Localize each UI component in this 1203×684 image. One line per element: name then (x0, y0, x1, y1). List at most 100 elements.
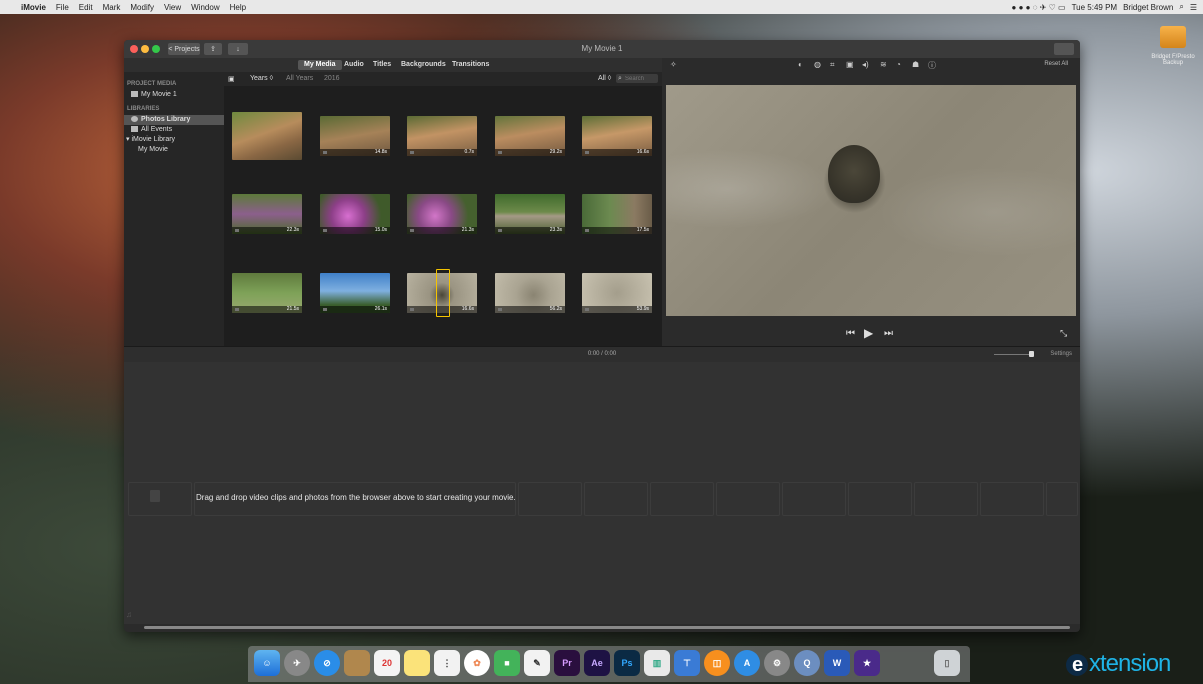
speed-icon[interactable]: ◔ (896, 60, 901, 69)
media-clip[interactable]: 14.8s (320, 116, 390, 156)
keynote-icon[interactable]: ⊤ (674, 650, 700, 676)
after-effects-icon[interactable]: Ae (584, 650, 610, 676)
menu-edit[interactable]: Edit (79, 3, 93, 12)
color-correction-icon[interactable]: ◍ (814, 60, 821, 69)
disclosure-triangle-icon[interactable]: ▾ (126, 136, 130, 143)
video-viewer[interactable] (666, 85, 1076, 316)
contacts-icon[interactable] (344, 650, 370, 676)
reminders-icon[interactable]: ⋮ (434, 650, 460, 676)
noise-reduction-icon[interactable]: ≋ (880, 60, 887, 69)
photoshop-icon[interactable]: Ps (614, 650, 640, 676)
clip-duration: 23.3s (495, 227, 565, 234)
color-balance-icon[interactable]: ◐ (798, 60, 803, 69)
menu-help[interactable]: Help (230, 3, 246, 12)
sidebar-item-my-movie[interactable]: My Movie (124, 145, 224, 155)
tab-backgrounds[interactable]: Backgrounds (395, 60, 452, 70)
tab-transitions[interactable]: Transitions (446, 60, 495, 70)
menu-file[interactable]: File (56, 3, 69, 12)
menu-clock[interactable]: Tue 5:49 PM (1072, 3, 1118, 12)
search-input[interactable] (616, 74, 658, 83)
enhance-wand-icon[interactable]: ✧ (670, 60, 677, 69)
system-preferences-icon[interactable]: ⚙ (764, 650, 790, 676)
media-clip[interactable]: 29.2s (495, 116, 565, 156)
share-button[interactable] (1054, 43, 1074, 55)
menu-window[interactable]: Window (191, 3, 219, 12)
sidebar-item-photos-library[interactable]: Photos Library (124, 115, 224, 125)
calendar-icon[interactable]: 20 (374, 650, 400, 676)
menu-mark[interactable]: Mark (103, 3, 121, 12)
media-clip[interactable] (232, 112, 302, 160)
timeline-placeholder-slot (980, 482, 1044, 516)
extension-watermark: e xtension (1066, 650, 1171, 678)
volume-icon[interactable]: ◂) (862, 60, 869, 69)
play-icon[interactable]: ▶ (864, 326, 873, 340)
sidebar-item-project[interactable]: My Movie 1 (124, 90, 224, 100)
stabilization-icon[interactable]: ▣ (846, 60, 854, 69)
crop-icon[interactable]: ⌗ (830, 60, 835, 70)
sidebar-toggle-icon[interactable]: ▣ (228, 75, 235, 83)
fullscreen-viewer-icon[interactable]: ⤡ (1060, 328, 1067, 339)
clip-filter-selector[interactable]: All ◊ (598, 75, 611, 82)
pages-icon[interactable]: ✎ (524, 650, 550, 676)
word-icon[interactable]: W (824, 650, 850, 676)
media-clip[interactable]: 21.3s (407, 194, 477, 234)
media-clip[interactable]: 56.2s (495, 273, 565, 313)
sidebar-item-all-events[interactable]: All Events (124, 125, 224, 135)
tab-audio[interactable]: Audio (338, 60, 370, 70)
photos-icon (131, 116, 138, 123)
skip-forward-icon[interactable]: ⏭ (884, 328, 893, 339)
skip-back-icon[interactable]: ⏮ (846, 328, 855, 339)
info-icon[interactable]: ⓘ (928, 60, 936, 71)
ibooks-icon[interactable]: ◫ (704, 650, 730, 676)
notes-icon[interactable] (404, 650, 430, 676)
imovie-dock-icon[interactable]: ★ (854, 650, 880, 676)
media-clip[interactable]: 26.1s (320, 273, 390, 313)
quicktime-icon[interactable]: Q (794, 650, 820, 676)
all-years-link[interactable]: All Years (286, 75, 313, 82)
timeline-settings-button[interactable]: Settings (1050, 351, 1072, 357)
window-title: My Movie 1 (581, 44, 623, 53)
media-clip[interactable]: 0.7s (407, 116, 477, 156)
launchpad-icon[interactable]: ✈ (284, 650, 310, 676)
project-media-heading: PROJECT MEDIA (127, 81, 177, 87)
trash-icon[interactable]: ▯ (934, 650, 960, 676)
app-store-icon[interactable]: A (734, 650, 760, 676)
media-clip[interactable]: 53.9s (582, 273, 652, 313)
status-icons[interactable]: ● ● ● ◌ ✈ ♡ ▭ (1012, 3, 1066, 12)
clip-duration: 14.8s (320, 149, 390, 156)
menu-view[interactable]: View (164, 3, 181, 12)
notification-center-icon[interactable]: ☰ (1190, 3, 1197, 12)
year-link[interactable]: 2016 (324, 75, 340, 82)
safari-icon[interactable]: ⊘ (314, 650, 340, 676)
media-clip[interactable]: 16.6s (582, 116, 652, 156)
menu-user[interactable]: Bridget Brown (1123, 3, 1173, 12)
external-drive-icon[interactable] (1160, 26, 1186, 48)
filter-icon[interactable]: ☗ (912, 60, 919, 69)
finder-icon[interactable]: ☺ (254, 650, 280, 676)
tab-titles[interactable]: Titles (367, 60, 397, 70)
film-strip-icon (150, 490, 160, 502)
media-clip[interactable]: 22.3s (232, 194, 302, 234)
media-clip[interactable]: 15.0s (320, 194, 390, 234)
media-clip[interactable]: 23.3s (495, 194, 565, 234)
sidebar-item-imovie-library[interactable]: ▾ iMovie Library (124, 135, 226, 145)
menu-app-name[interactable]: iMovie (21, 3, 46, 12)
photos-app-icon[interactable]: ✿ (464, 650, 490, 676)
premiere-icon[interactable]: Pr (554, 650, 580, 676)
reset-all-button[interactable]: Reset All (1044, 61, 1068, 67)
timeline-zoom-slider[interactable] (1029, 351, 1034, 357)
viewer-toolbar: ✧ ◐ ◍ ⌗ ▣ ◂) ≋ ◔ ☗ ⓘ Reset All (662, 58, 1080, 72)
tab-my-media[interactable]: My Media (298, 60, 342, 70)
numbers-icon[interactable]: ▥ (644, 650, 670, 676)
menu-modify[interactable]: Modify (130, 3, 154, 12)
years-selector[interactable]: Years ◊ (250, 75, 273, 82)
timeline[interactable]: Drag and drop video clips and photos fro… (124, 362, 1080, 624)
timeline-scrollbar[interactable] (144, 626, 1070, 629)
spotlight-icon[interactable]: ⌕ (1179, 2, 1183, 12)
facetime-icon[interactable]: ■ (494, 650, 520, 676)
skimmer-selection[interactable] (436, 269, 450, 317)
media-clip[interactable]: 17.5s (582, 194, 652, 234)
libraries-heading: LIBRARIES (127, 106, 160, 112)
media-clip[interactable]: 21.5s (232, 273, 302, 313)
timeline-zoom-track[interactable] (994, 354, 1034, 355)
